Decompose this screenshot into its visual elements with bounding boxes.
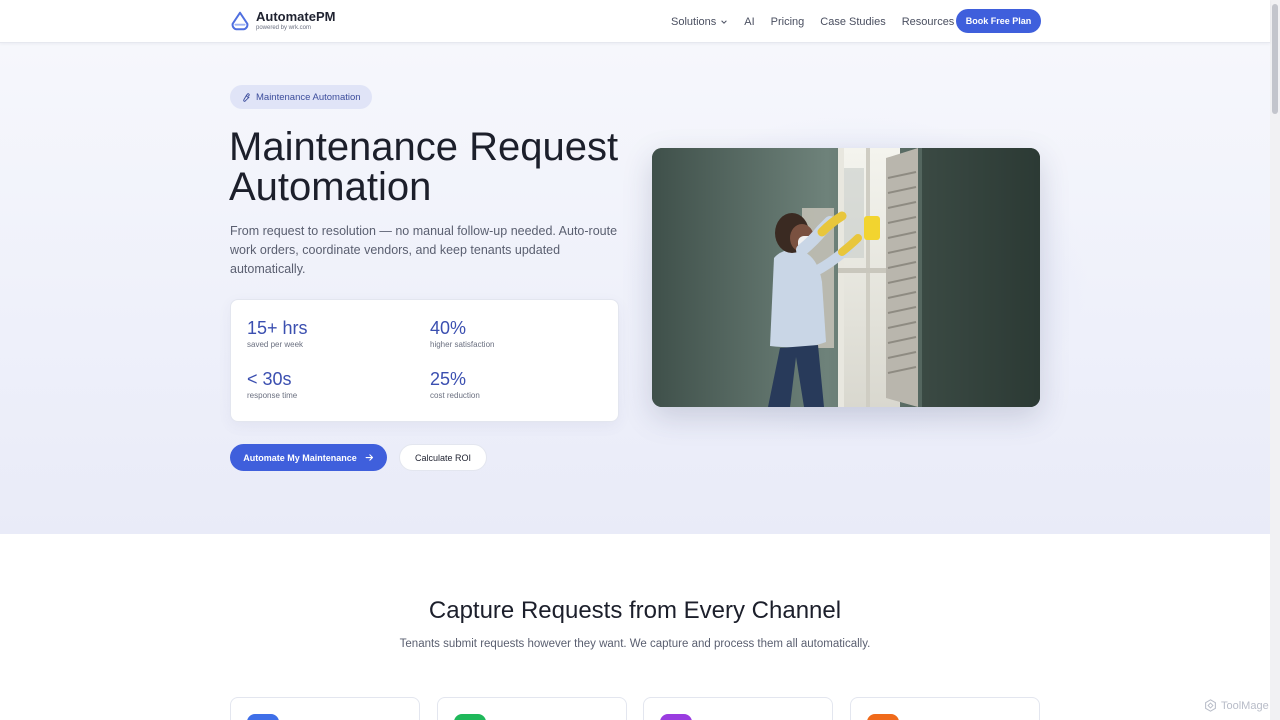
brand-tagline: powered by wrk.com [256, 25, 312, 31]
stat-hours-saved: 15+ hrs saved per week [247, 318, 308, 351]
channel-card[interactable] [643, 697, 833, 720]
section-title: Capture Requests from Every Channel [428, 597, 842, 624]
nav-link-pricing[interactable]: Pricing [771, 16, 805, 28]
nav-links: Solutions AI Pricing Case Studies Resour… [671, 0, 970, 43]
channel-icon-orange [867, 714, 899, 720]
person-cleaning-window-illustration [652, 148, 1040, 407]
channel-card[interactable] [437, 697, 627, 720]
stat-satisfaction: 40% higher satisfaction [430, 318, 494, 351]
nav-link-label: Solutions [671, 15, 717, 28]
watermark: ToolMage [1204, 699, 1269, 712]
watermark-text: ToolMage [1221, 699, 1269, 712]
stat-value: < 30s [247, 369, 292, 389]
chevron-down-icon [721, 19, 728, 24]
scrollbar-thumb[interactable] [1272, 4, 1278, 114]
badge-label: Maintenance Automation [256, 91, 361, 103]
channel-icon-blue [247, 714, 279, 720]
stat-value: 25% [430, 369, 467, 389]
channel-icon-purple [660, 714, 692, 720]
brand-name: AutomatePM [256, 9, 336, 24]
category-badge: Maintenance Automation [230, 85, 372, 109]
automatepm-logo-icon [231, 11, 249, 30]
stats-card: 15+ hrs saved per week 40% higher satisf… [230, 299, 619, 422]
brand[interactable]: AutomatePM powered by wrk.com [229, 9, 335, 32]
toolmage-logo-icon [1205, 699, 1216, 712]
channel-card[interactable] [230, 697, 420, 720]
channel-card[interactable] [850, 697, 1040, 720]
calculate-roi-button[interactable]: Calculate ROI [399, 444, 487, 471]
nav-link-ai[interactable]: AI [744, 16, 754, 28]
button-label: Automate My Maintenance [243, 452, 357, 463]
stat-value: 40% [430, 318, 467, 338]
automate-maintenance-button[interactable]: Automate My Maintenance [230, 444, 387, 471]
book-free-plan-button[interactable]: Book Free Plan [956, 9, 1041, 33]
stat-label: higher satisfaction [430, 340, 495, 349]
page-scrollbar[interactable] [1270, 0, 1280, 720]
stat-label: response time [247, 391, 298, 400]
hero-description: From request to resolution — no manual f… [230, 224, 618, 276]
page-title: Maintenance Request Automation [229, 125, 619, 209]
stat-response-time: < 30s response time [247, 369, 297, 402]
nav-link-resources[interactable]: Resources [902, 16, 955, 28]
top-nav: AutomatePM powered by wrk.com Solutions … [0, 0, 1270, 43]
nav-link-solutions[interactable]: Solutions [671, 16, 728, 28]
nav-link-case-studies[interactable]: Case Studies [820, 16, 885, 28]
wrench-icon [243, 92, 250, 102]
stat-cost-reduction: 25% cost reduction [430, 369, 480, 402]
stat-value: 15+ hrs [247, 318, 308, 338]
hero-section: Maintenance Automation Maintenance Reque… [0, 43, 1270, 534]
section-subtitle: Tenants submit requests however they wan… [399, 638, 871, 650]
channel-icon-green [454, 714, 486, 720]
stat-label: cost reduction [430, 391, 480, 400]
stat-label: saved per week [247, 340, 304, 349]
hero-image [652, 148, 1040, 407]
arrow-right-icon [365, 454, 373, 461]
